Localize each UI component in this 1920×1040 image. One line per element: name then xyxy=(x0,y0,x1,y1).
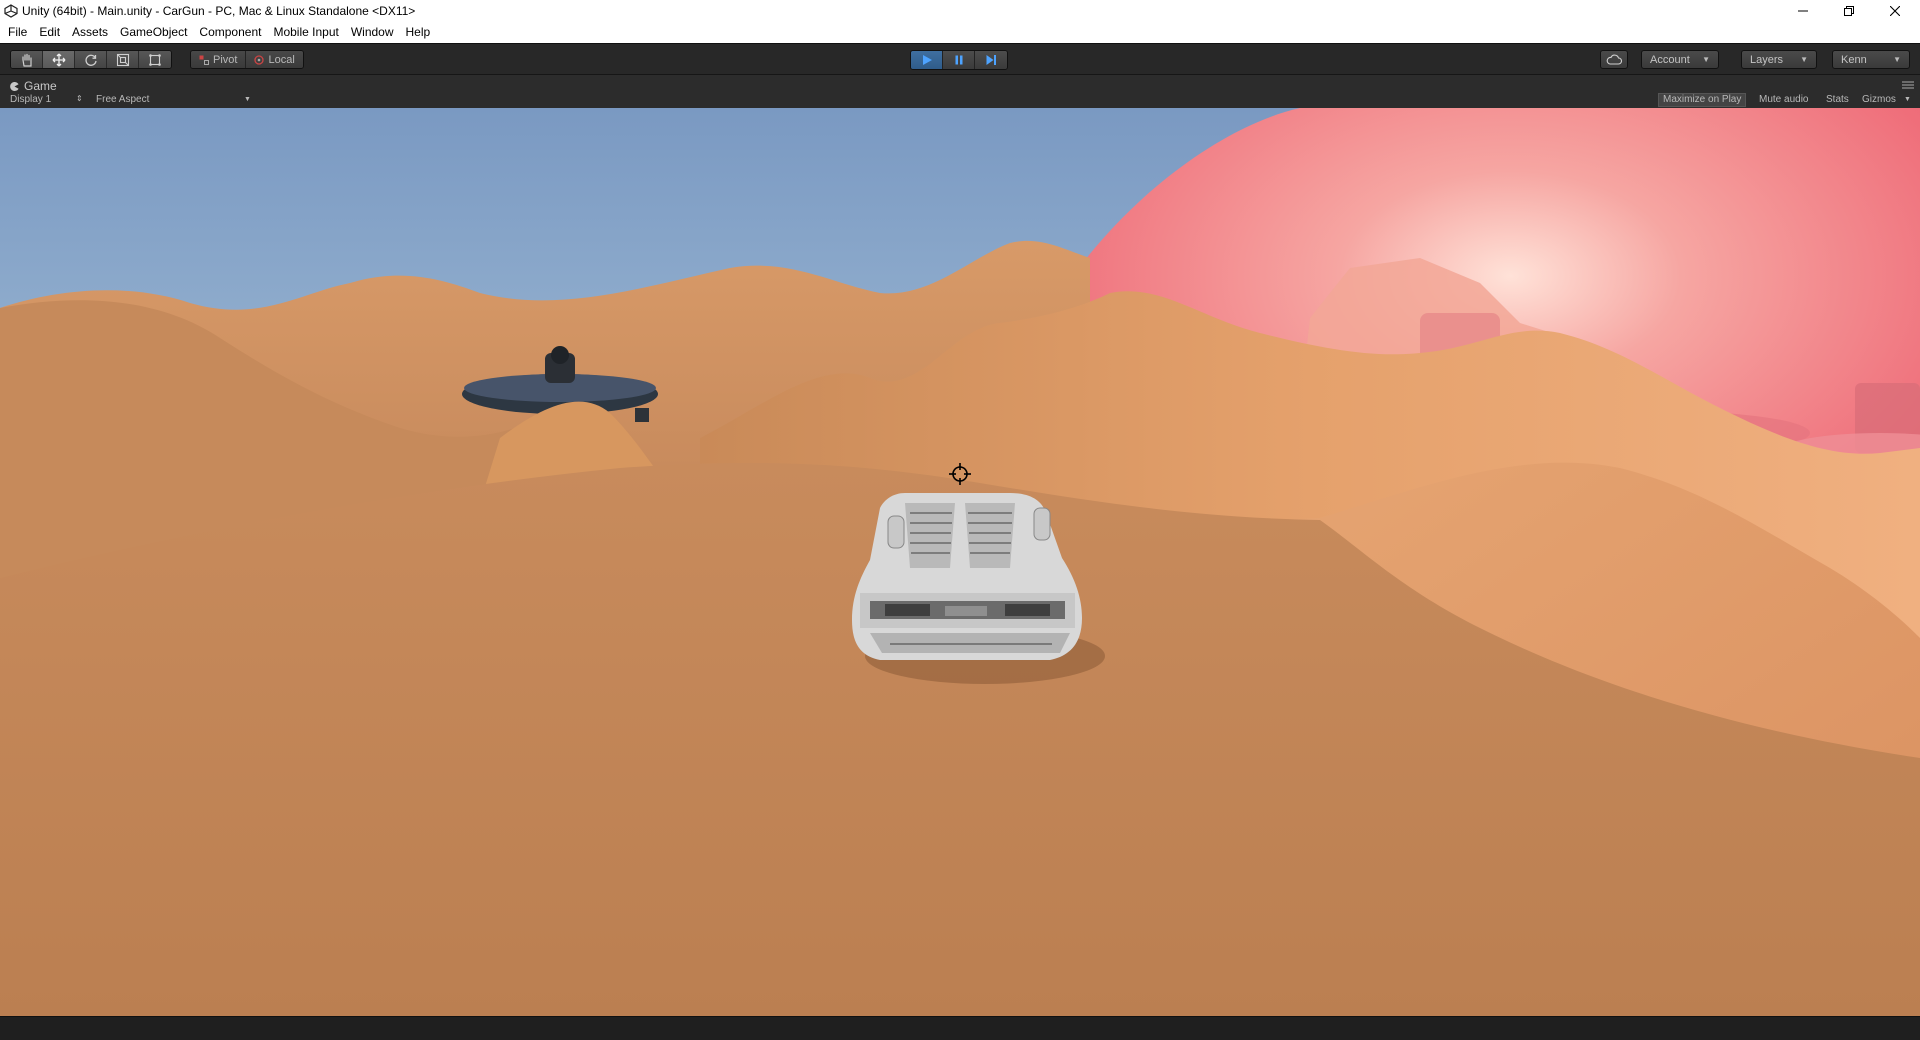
game-view-header: Game Display 1 ⇕ Free Aspect ▼ Maximize … xyxy=(0,74,1920,108)
local-icon xyxy=(254,54,265,65)
pause-icon xyxy=(955,55,962,65)
tab-game[interactable]: Game xyxy=(10,79,57,93)
game-scene xyxy=(0,108,1920,1016)
pivot-button[interactable]: Pivot xyxy=(191,51,247,68)
play-icon xyxy=(922,55,932,65)
tab-game-label: Game xyxy=(24,79,57,93)
menu-edit[interactable]: Edit xyxy=(33,22,66,43)
close-button[interactable] xyxy=(1872,0,1918,22)
window-title: Unity (64bit) - Main.unity - CarGun - PC… xyxy=(22,4,416,18)
pivot-label: Pivot xyxy=(213,53,238,66)
move-arrows-icon xyxy=(52,53,65,66)
collab-cloud-button[interactable] xyxy=(1600,50,1628,69)
pivot-icon xyxy=(199,55,209,65)
gizmos-dropdown[interactable]: Gizmos xyxy=(1862,94,1896,105)
menu-gameobject[interactable]: GameObject xyxy=(114,22,193,43)
menu-component[interactable]: Component xyxy=(193,22,267,43)
step-button[interactable] xyxy=(975,51,1007,69)
close-icon xyxy=(1890,6,1900,16)
display-select[interactable]: Display 1 xyxy=(10,94,51,105)
rect-icon xyxy=(149,53,161,66)
chevron-down-icon: ▼ xyxy=(244,96,251,103)
playback-controls xyxy=(910,50,1008,70)
layout-dropdown[interactable]: Kenn ▼ xyxy=(1832,50,1910,69)
scale-tool-button[interactable] xyxy=(107,51,139,68)
crosshair-icon xyxy=(949,463,971,485)
hand-tool-button[interactable] xyxy=(11,51,43,68)
game-viewport[interactable] xyxy=(0,108,1920,1016)
unity-logo-icon xyxy=(4,4,18,18)
chevron-down-icon: ▼ xyxy=(1893,55,1901,64)
minimize-icon xyxy=(1798,10,1808,12)
menu-file[interactable]: File xyxy=(2,22,33,43)
chevron-down-icon: ▼ xyxy=(1702,55,1710,64)
menu-bar: File Edit Assets GameObject Component Mo… xyxy=(0,22,1920,43)
rotate-tool-button[interactable] xyxy=(75,51,107,68)
account-dropdown[interactable]: Account ▼ xyxy=(1641,50,1719,69)
pause-button[interactable] xyxy=(943,51,975,69)
restore-button[interactable] xyxy=(1826,0,1872,22)
hand-icon xyxy=(21,53,32,67)
mute-audio-toggle[interactable]: Mute audio xyxy=(1759,94,1808,105)
menu-help[interactable]: Help xyxy=(400,22,437,43)
maximize-on-play-toggle[interactable]: Maximize on Play xyxy=(1658,93,1747,107)
move-tool-button[interactable] xyxy=(43,51,75,68)
transform-tools xyxy=(10,50,172,69)
status-bar xyxy=(0,1016,1920,1040)
main-toolbar: Pivot Local Account ▼ Layers ▼ Kenn ▼ xyxy=(0,43,1920,74)
scale-icon xyxy=(116,53,129,66)
local-button[interactable]: Local xyxy=(246,51,303,68)
chevron-down-icon: ▼ xyxy=(1800,55,1808,64)
layout-label: Kenn xyxy=(1841,53,1867,66)
menu-window[interactable]: Window xyxy=(345,22,400,43)
restore-icon xyxy=(1844,6,1854,16)
rect-tool-button[interactable] xyxy=(139,51,171,68)
aspect-select[interactable]: Free Aspect xyxy=(96,94,149,105)
tab-menu-icon[interactable] xyxy=(1902,81,1914,89)
menu-mobile-input[interactable]: Mobile Input xyxy=(267,22,344,43)
stats-toggle[interactable]: Stats xyxy=(1826,94,1849,105)
rotate-icon xyxy=(84,54,97,66)
title-bar: Unity (64bit) - Main.unity - CarGun - PC… xyxy=(0,0,1920,22)
pivot-local-toggle: Pivot Local xyxy=(190,50,304,69)
play-button[interactable] xyxy=(911,51,943,69)
layers-dropdown[interactable]: Layers ▼ xyxy=(1741,50,1817,69)
display-arrows-icon: ⇕ xyxy=(76,94,83,103)
menu-assets[interactable]: Assets xyxy=(66,22,114,43)
account-label: Account xyxy=(1650,53,1690,66)
cloud-icon xyxy=(1606,54,1622,65)
game-view-controls: Display 1 ⇕ Free Aspect ▼ Maximize on Pl… xyxy=(0,93,1920,108)
layers-label: Layers xyxy=(1750,53,1784,66)
step-icon xyxy=(986,55,996,65)
pacman-game-icon xyxy=(10,81,19,91)
minimize-button[interactable] xyxy=(1780,0,1826,22)
chevron-down-icon: ▼ xyxy=(1904,96,1911,103)
local-label: Local xyxy=(268,53,295,66)
